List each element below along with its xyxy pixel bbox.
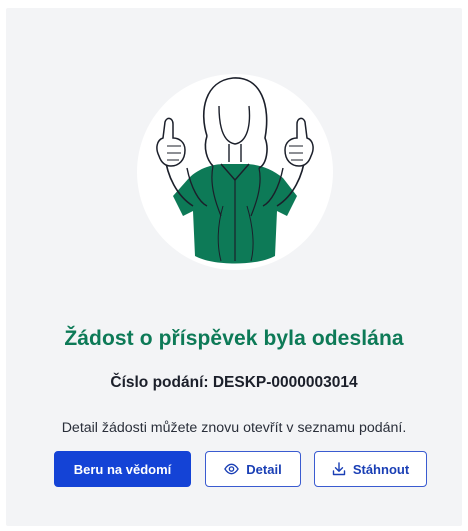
- success-card: Žádost o příspěvek byla odeslána Číslo p…: [6, 8, 462, 526]
- success-description: Detail žádosti můžete znovu otevřít v se…: [61, 420, 407, 436]
- acknowledge-button[interactable]: Beru na vědomí: [54, 451, 191, 487]
- eye-icon: [224, 463, 240, 475]
- success-title: Žádost o příspěvek byla odeslána: [64, 327, 404, 350]
- detail-button-label: Detail: [246, 461, 282, 477]
- download-icon: [332, 462, 346, 476]
- detail-button[interactable]: Detail: [205, 451, 301, 487]
- thumbs-up-woman-illustration: [137, 74, 333, 270]
- acknowledge-button-label: Beru na vědomí: [73, 461, 172, 477]
- submission-number: Číslo podání: DESKP-0000003014: [110, 374, 358, 391]
- download-button-label: Stáhnout: [352, 461, 410, 477]
- download-button[interactable]: Stáhnout: [314, 451, 427, 487]
